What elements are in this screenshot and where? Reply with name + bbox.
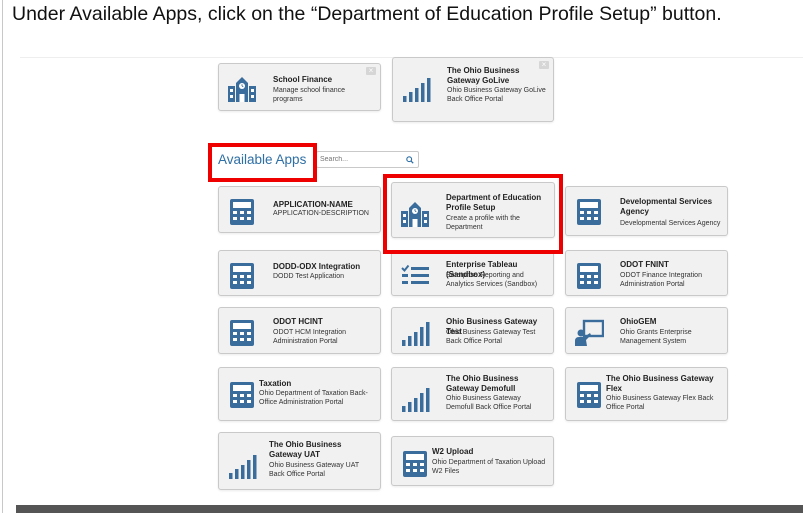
highlight-department-of-education <box>383 174 563 254</box>
left-border <box>2 0 3 513</box>
app-card-obg-demofull[interactable]: The Ohio Business Gateway Demofull Ohio … <box>391 367 554 421</box>
app-description: Ohio Business Gateway Test Back Office P… <box>446 329 536 345</box>
app-card-enterprise-tableau[interactable]: Enterprise Tableau (Sandbox) Enterprise … <box>391 250 554 296</box>
app-title: W2 Upload <box>432 447 474 456</box>
app-title: The Ohio Business Gateway Flex <box>606 374 714 393</box>
checklist-icon <box>400 261 430 291</box>
app-description: DODD Test Application <box>273 273 345 280</box>
app-title: DODD-ODX Integration <box>273 262 361 271</box>
app-card-odot-fnint[interactable]: ODOT FNINT ODOT Finance Integration Admi… <box>565 250 728 296</box>
app-description: Ohio Business Gateway UAT Back Office Po… <box>269 462 360 478</box>
app-description: APPLICATION-DESCRIPTION <box>273 210 369 217</box>
calculator-icon <box>574 261 604 291</box>
app-card-developmental-services-agency[interactable]: Developmental Services Agency Developmen… <box>565 186 728 236</box>
app-description: ODOT HCM Integration Administration Port… <box>273 329 347 345</box>
calculator-icon <box>574 380 604 410</box>
app-title: Developmental Services Agency <box>620 197 713 216</box>
app-card-obg-uat[interactable]: The Ohio Business Gateway UAT Ohio Busin… <box>218 432 381 490</box>
app-description: Ohio Business Gateway Flex Back Office P… <box>606 395 714 411</box>
bar-chart-icon <box>401 74 431 104</box>
app-card-taxation[interactable]: Taxation Ohio Department of Taxation Bac… <box>218 367 381 421</box>
app-description: Enterprise Reporting and Analytics Servi… <box>446 272 538 288</box>
app-card-ohiogem[interactable]: OhioGEM Ohio Grants Enterprise Managemen… <box>565 307 728 354</box>
calculator-icon <box>227 197 257 227</box>
app-card-obg-golive[interactable]: The Ohio Business Gateway GoLive Ohio Bu… <box>392 57 554 122</box>
app-title: The Ohio Business Gateway GoLive <box>447 66 520 85</box>
calculator-icon <box>574 197 604 227</box>
close-icon[interactable]: × <box>539 61 549 69</box>
app-description: Ohio Grants Enterprise Management System <box>620 329 692 345</box>
app-title: School Finance <box>273 75 333 84</box>
app-description: Ohio Department of Taxation Back-Office … <box>259 390 368 406</box>
app-title: The Ohio Business Gateway Demofull <box>446 374 519 393</box>
footer-bar <box>16 505 803 513</box>
instruction-text: Under Available Apps, click on the “Depa… <box>12 3 722 25</box>
calculator-icon <box>227 318 257 348</box>
app-description: Ohio Business Gateway GoLive Back Office… <box>447 87 546 103</box>
calculator-icon <box>227 261 257 291</box>
app-card-ohio-business-gateway-test[interactable]: Ohio Business Gateway Test Ohio Business… <box>391 307 554 354</box>
search-icon[interactable] <box>406 156 414 164</box>
app-title: Taxation <box>259 379 292 388</box>
app-description: ODOT Finance Integration Administration … <box>620 272 702 288</box>
app-title: OhioGEM <box>620 317 657 326</box>
search-input[interactable] <box>316 151 419 168</box>
app-description: Ohio Department of Taxation Upload W2 Fi… <box>432 459 546 475</box>
app-title: ODOT HCINT <box>273 317 323 326</box>
app-title: ODOT FNINT <box>620 260 669 269</box>
app-card-school-finance[interactable]: School Finance Manage school finance pro… <box>218 63 381 111</box>
bar-chart-icon <box>400 384 430 414</box>
close-icon[interactable]: × <box>366 67 376 75</box>
presenter-icon <box>574 318 605 348</box>
highlight-available-apps <box>208 143 317 182</box>
app-title: The Ohio Business Gateway UAT <box>269 440 342 459</box>
bar-chart-icon <box>227 451 257 481</box>
app-card-application-name[interactable]: APPLICATION-NAME APPLICATION-DESCRIPTION <box>218 186 381 233</box>
app-card-obg-flex[interactable]: The Ohio Business Gateway Flex Ohio Busi… <box>565 367 728 421</box>
building-icon <box>227 74 257 104</box>
bar-chart-icon <box>400 318 430 348</box>
calculator-icon <box>400 449 430 479</box>
app-card-w2-upload[interactable]: W2 Upload Ohio Department of Taxation Up… <box>391 436 554 486</box>
app-description: Manage school finance programs <box>273 87 345 103</box>
app-card-odot-hcint[interactable]: ODOT HCINT ODOT HCM Integration Administ… <box>218 307 381 354</box>
app-description: Ohio Business Gateway Demofull Back Offi… <box>446 395 532 411</box>
app-description: Developmental Services Agency <box>620 220 721 227</box>
calculator-icon <box>227 380 257 410</box>
search-field[interactable] <box>320 153 400 166</box>
app-card-dodd-odx-integration[interactable]: DODD-ODX Integration DODD Test Applicati… <box>218 250 381 296</box>
